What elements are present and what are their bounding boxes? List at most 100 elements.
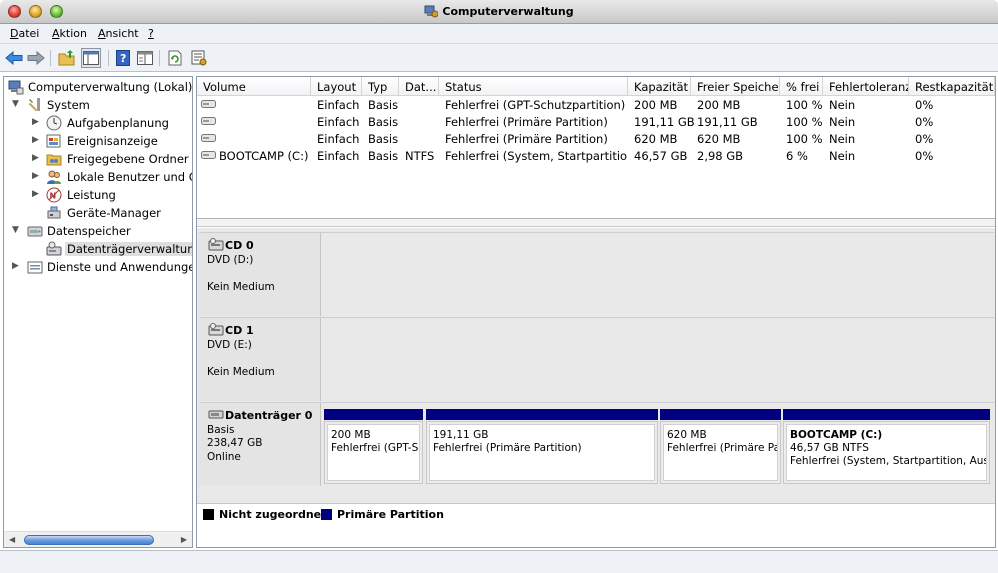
menu-help[interactable]: ? xyxy=(148,27,154,40)
collapse-arrow-icon[interactable]: ▼ xyxy=(12,225,22,235)
disk-cd0[interactable]: CD 0 DVD (D:) Kein Medium xyxy=(199,232,994,316)
storage-icon xyxy=(27,226,43,237)
disk-label[interactable]: CD 1 DVD (E:) Kein Medium xyxy=(199,318,321,401)
refresh-button[interactable] xyxy=(166,49,184,67)
tree-item-freigegebene-ordner[interactable]: ▶ Freigegebene Ordner xyxy=(4,150,192,168)
disk-graphical-view: CD 0 DVD (D:) Kein Medium CD 1 DVD (E:) … xyxy=(197,228,995,525)
column-header-dateisystem[interactable]: Dat... xyxy=(399,77,439,96)
disk-management-icon xyxy=(46,241,62,256)
disk-area-empty xyxy=(322,318,994,401)
partition-color-bar xyxy=(660,409,781,420)
properties-button[interactable] xyxy=(136,49,154,67)
scrollbar-thumb[interactable] xyxy=(24,535,154,545)
volume-list: Volume Layout Typ Dat... Status Kapazitä… xyxy=(197,77,995,219)
column-header-fehlertoleranz[interactable]: Fehlertoleranz xyxy=(823,77,909,96)
scroll-right-icon[interactable]: ▶ xyxy=(181,535,187,544)
tree-item-datenspeicher[interactable]: ▼ Datenspeicher xyxy=(4,222,192,240)
tree-horizontal-scrollbar[interactable]: ◀ ▶ xyxy=(4,531,192,547)
menu-bar: Datei Aktion Ansicht ? xyxy=(0,24,998,44)
settings-button[interactable] xyxy=(190,49,208,67)
volume-icon xyxy=(201,134,216,142)
partition-color-bar xyxy=(324,409,423,420)
tree-item-system[interactable]: ▼ System xyxy=(4,96,192,114)
tree-item-aufgabenplanung[interactable]: ▶ Aufgabenplanung xyxy=(4,114,192,132)
toolbar-separator xyxy=(159,50,160,66)
navigation-tree: Computerverwaltung (Lokal) ▼ System ▶ Au… xyxy=(3,76,193,548)
volume-row[interactable]: BOOTCAMP (C:) Einfach Basis NTFS Fehlerf… xyxy=(197,147,995,164)
show-tree-icon xyxy=(83,51,99,65)
disk-0[interactable]: Datenträger 0 Basis 238,47 GB Online 200… xyxy=(199,402,994,486)
volume-icon xyxy=(201,151,216,159)
volume-list-header: Volume Layout Typ Dat... Status Kapazitä… xyxy=(197,77,995,96)
content-pane: Volume Layout Typ Dat... Status Kapazitä… xyxy=(196,76,996,548)
title-bar: Computerverwaltung xyxy=(0,0,998,24)
expand-arrow-icon[interactable]: ▶ xyxy=(32,153,42,163)
show-tree-button[interactable] xyxy=(81,48,101,68)
collapse-arrow-icon[interactable]: ▼ xyxy=(12,99,22,109)
menu-ansicht[interactable]: Ansicht xyxy=(98,27,139,40)
clock-icon xyxy=(46,115,62,131)
partition-bootcamp[interactable]: BOOTCAMP (C:) 46,57 GB NTFS Fehlerfrei (… xyxy=(783,409,990,484)
tree-item-leistung[interactable]: ▶ N Leistung xyxy=(4,186,192,204)
tree-item-lokale-benutzer[interactable]: ▶ Lokale Benutzer und Gruppen xyxy=(4,168,192,186)
tree-item-ereignisanzeige[interactable]: ▶ Ereignisanzeige xyxy=(4,132,192,150)
volume-row[interactable]: Einfach Basis Fehlerfrei (Primäre Partit… xyxy=(197,113,995,130)
volume-icon xyxy=(201,100,216,108)
expand-arrow-icon[interactable]: ▶ xyxy=(32,135,42,145)
dvd-drive-icon xyxy=(208,323,224,336)
up-button[interactable] xyxy=(58,49,76,67)
help-button[interactable]: ? xyxy=(114,49,132,67)
column-header-volume[interactable]: Volume xyxy=(197,77,311,96)
disk-label[interactable]: CD 0 DVD (D:) Kein Medium xyxy=(199,233,321,316)
tree-item-geraete-manager[interactable]: Geräte-Manager xyxy=(4,204,192,222)
forward-icon xyxy=(27,51,45,65)
toolbar-separator xyxy=(50,50,51,66)
tree-item-root[interactable]: Computerverwaltung (Lokal) xyxy=(4,78,192,96)
tree-item-datentraegerverwaltung[interactable]: Datenträgerverwaltung xyxy=(4,240,192,258)
column-header-typ[interactable]: Typ xyxy=(362,77,399,96)
partition-color-bar xyxy=(426,409,658,420)
partition-primary-1[interactable]: 191,11 GB Fehlerfrei (Primäre Partition) xyxy=(426,409,658,484)
tree-item-dienste[interactable]: ▶ Dienste und Anwendungen xyxy=(4,258,192,276)
partition-gpt[interactable]: 200 MB Fehlerfrei (GPT-Schutzpartition) xyxy=(324,409,423,484)
expand-arrow-icon[interactable]: ▶ xyxy=(12,261,22,271)
pane-splitter[interactable] xyxy=(197,219,995,227)
up-folder-icon xyxy=(58,50,75,66)
menu-datei[interactable]: Datei xyxy=(10,27,39,40)
expand-arrow-icon[interactable]: ▶ xyxy=(32,117,42,127)
partition-primary-2[interactable]: 620 MB Fehlerfrei (Primäre Partition) xyxy=(660,409,781,484)
legend: Nicht zugeordnet Primäre Partition xyxy=(197,503,995,525)
legend-swatch-unallocated xyxy=(203,509,214,520)
forward-button[interactable] xyxy=(27,49,45,67)
back-icon xyxy=(5,51,23,65)
performance-icon: N xyxy=(46,187,62,203)
back-button[interactable] xyxy=(5,49,23,67)
hard-disk-icon xyxy=(208,410,224,419)
disk-cd1[interactable]: CD 1 DVD (E:) Kein Medium xyxy=(199,317,994,401)
settings-icon xyxy=(191,50,207,66)
volume-row[interactable]: Einfach Basis Fehlerfrei (Primäre Partit… xyxy=(197,130,995,147)
users-icon xyxy=(47,170,61,184)
column-header-restkapazitaet[interactable]: Restkapazität xyxy=(909,77,995,96)
services-icon xyxy=(27,261,43,274)
disk-label[interactable]: Datenträger 0 Basis 238,47 GB Online xyxy=(199,403,321,486)
column-header-kapazitaet[interactable]: Kapazität xyxy=(628,77,691,96)
column-header-layout[interactable]: Layout xyxy=(311,77,362,96)
computer-management-icon xyxy=(424,5,439,18)
window-title-wrap: Computerverwaltung xyxy=(0,4,998,18)
partition-box: 191,11 GB Fehlerfrei (Primäre Partition) xyxy=(426,421,658,484)
column-header-prozent-frei[interactable]: % frei xyxy=(780,77,823,96)
partition-box: 620 MB Fehlerfrei (Primäre Partition) xyxy=(660,421,781,484)
toolbar-separator xyxy=(108,50,109,66)
scroll-left-icon[interactable]: ◀ xyxy=(9,535,15,544)
dvd-drive-icon xyxy=(208,238,224,251)
volume-row[interactable]: Einfach Basis Fehlerfrei (GPT-Schutzpart… xyxy=(197,96,995,113)
column-header-status[interactable]: Status xyxy=(439,77,628,96)
expand-arrow-icon[interactable]: ▶ xyxy=(32,189,42,199)
expand-arrow-icon[interactable]: ▶ xyxy=(32,171,42,181)
menu-aktion[interactable]: Aktion xyxy=(52,27,87,40)
disk-area-empty xyxy=(322,233,994,316)
column-header-freier-speicher[interactable]: Freier Speicher xyxy=(691,77,780,96)
help-icon: ? xyxy=(116,50,130,66)
disk-partition-area: 200 MB Fehlerfrei (GPT-Schutzpartition) … xyxy=(322,403,994,486)
